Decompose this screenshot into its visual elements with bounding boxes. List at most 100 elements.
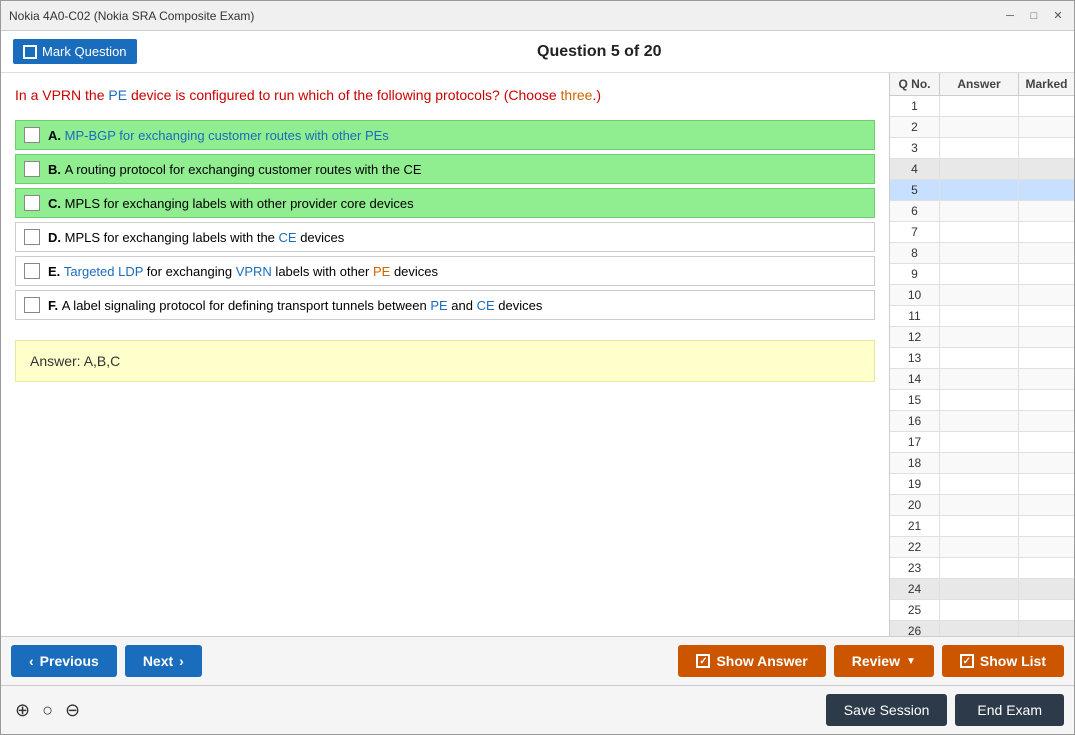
title-bar-controls: ─ □ ✕ [1002,8,1066,24]
sidebar-list[interactable]: 1 2 3 4 5 6 7 8 9 10 11 [890,96,1074,636]
prev-arrow-icon: ‹ [29,653,34,669]
sidebar-marked [1019,516,1074,536]
show-list-button[interactable]: Show List [942,645,1064,677]
option-a-checkbox[interactable] [24,127,40,143]
sidebar-answer [940,453,1019,473]
sidebar-marked [1019,306,1074,326]
sidebar-row[interactable]: 10 [890,285,1074,306]
minimize-button[interactable]: ─ [1002,8,1018,24]
sidebar-qno: 1 [890,96,940,116]
previous-button[interactable]: ‹ Previous [11,645,117,677]
sidebar-qno: 24 [890,579,940,599]
sidebar-answer [940,558,1019,578]
sidebar-qno: 25 [890,600,940,620]
sidebar-row[interactable]: 20 [890,495,1074,516]
sidebar-row[interactable]: 12 [890,327,1074,348]
next-button[interactable]: Next › [125,645,202,677]
option-c[interactable]: C. MPLS for exchanging labels with other… [15,188,875,218]
question-text: In a VPRN the PE device is configured to… [15,85,875,106]
mark-checkbox-icon [23,45,37,59]
sidebar-row[interactable]: 13 [890,348,1074,369]
sidebar-marked [1019,180,1074,200]
option-f[interactable]: F. A label signaling protocol for defini… [15,290,875,320]
show-answer-button[interactable]: Show Answer [678,645,825,677]
sidebar-row[interactable]: 8 [890,243,1074,264]
sidebar-answer [940,516,1019,536]
sidebar-row[interactable]: 15 [890,390,1074,411]
sidebar-row[interactable]: 16 [890,411,1074,432]
maximize-button[interactable]: □ [1026,8,1042,24]
sidebar-qno: 22 [890,537,940,557]
sidebar-qno: 3 [890,138,940,158]
sidebar-answer [940,621,1019,636]
sidebar-row[interactable]: 19 [890,474,1074,495]
option-b[interactable]: B. A routing protocol for exchanging cus… [15,154,875,184]
review-button[interactable]: Review ▼ [834,645,934,677]
save-session-button[interactable]: Save Session [826,694,948,726]
sidebar-row[interactable]: 14 [890,369,1074,390]
action-buttons: Save Session End Exam [826,694,1064,726]
sidebar-qno: 13 [890,348,940,368]
option-b-checkbox[interactable] [24,161,40,177]
option-e[interactable]: E. Targeted LDP for exchanging VPRN labe… [15,256,875,286]
sidebar-answer [940,495,1019,515]
sidebar-marked [1019,600,1074,620]
sidebar-answer [940,600,1019,620]
q-text-pe: PE [108,87,127,103]
sidebar-marked [1019,159,1074,179]
sidebar-row[interactable]: 6 [890,201,1074,222]
sidebar-qno: 8 [890,243,940,263]
sidebar-header-qno: Q No. [890,73,940,95]
sidebar-row[interactable]: 24 [890,579,1074,600]
option-f-checkbox[interactable] [24,297,40,313]
zoom-reset-button[interactable]: ○ [38,698,57,723]
option-c-text: C. MPLS for exchanging labels with other… [48,196,414,211]
end-exam-button[interactable]: End Exam [955,694,1064,726]
zoom-out-button[interactable]: ⊖ [61,698,84,723]
sidebar-row[interactable]: 9 [890,264,1074,285]
option-c-checkbox[interactable] [24,195,40,211]
app-window: Nokia 4A0-C02 (Nokia SRA Composite Exam)… [0,0,1075,735]
mark-question-button[interactable]: Mark Question [13,39,137,64]
previous-label: Previous [40,653,99,669]
sidebar-answer [940,159,1019,179]
sidebar-row[interactable]: 1 [890,96,1074,117]
answer-label: Answer: [30,353,81,369]
sidebar-marked [1019,495,1074,515]
sidebar-qno: 21 [890,516,940,536]
sidebar-marked [1019,222,1074,242]
sidebar-row[interactable]: 26 [890,621,1074,636]
sidebar-answer [940,411,1019,431]
sidebar-row[interactable]: 7 [890,222,1074,243]
sidebar-marked [1019,264,1074,284]
sidebar-row[interactable]: 25 [890,600,1074,621]
option-d[interactable]: D. MPLS for exchanging labels with the C… [15,222,875,252]
sidebar-qno: 5 [890,180,940,200]
sidebar-row[interactable]: 5 [890,180,1074,201]
option-a[interactable]: A. MP-BGP for exchanging customer routes… [15,120,875,150]
option-e-checkbox[interactable] [24,263,40,279]
sidebar-row[interactable]: 3 [890,138,1074,159]
close-button[interactable]: ✕ [1050,8,1066,24]
zoom-in-button[interactable]: ⊕ [11,698,34,723]
sidebar-answer [940,306,1019,326]
sidebar-answer [940,474,1019,494]
sidebar-row[interactable]: 17 [890,432,1074,453]
q-text-1: In a VPRN the [15,87,108,103]
sidebar-answer [940,537,1019,557]
sidebar-row[interactable]: 2 [890,117,1074,138]
review-arrow-icon: ▼ [906,656,916,667]
show-list-checkbox-icon [960,654,974,668]
bottom-nav: ‹ Previous Next › Show Answer Review ▼ S… [1,636,1074,685]
sidebar-row[interactable]: 21 [890,516,1074,537]
sidebar-row[interactable]: 23 [890,558,1074,579]
main-area: In a VPRN the PE device is configured to… [1,73,1074,636]
sidebar-row[interactable]: 22 [890,537,1074,558]
sidebar-row[interactable]: 11 [890,306,1074,327]
sidebar-row[interactable]: 18 [890,453,1074,474]
q-text-three: three [561,87,593,103]
sidebar-row[interactable]: 4 [890,159,1074,180]
sidebar-qno: 26 [890,621,940,636]
sidebar-header-answer: Answer [940,73,1019,95]
option-d-checkbox[interactable] [24,229,40,245]
